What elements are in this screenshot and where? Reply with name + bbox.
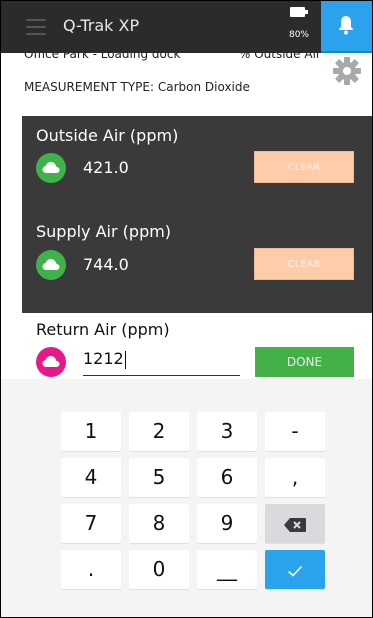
return-air-status xyxy=(36,347,66,377)
key-6[interactable]: 6 xyxy=(197,458,257,497)
key-8[interactable]: 8 xyxy=(129,504,189,543)
supply-air-clear-button[interactable]: CLEAR xyxy=(254,248,354,280)
key-4[interactable]: 4 xyxy=(61,458,121,497)
cloud-icon xyxy=(42,162,60,173)
key-1[interactable]: 1 xyxy=(61,412,121,451)
cloud-icon xyxy=(42,259,60,270)
readings-panel: Outside Air (ppm) 421.0 CLEAR Supply Air… xyxy=(22,116,372,313)
key-backspace[interactable] xyxy=(265,504,325,543)
text-cursor xyxy=(124,350,126,369)
check-icon xyxy=(287,565,303,577)
done-button[interactable]: DONE xyxy=(255,347,354,377)
outside-air-label: Outside Air (ppm) xyxy=(36,126,179,145)
cloud-icon xyxy=(42,356,60,367)
outside-air-row: 421.0 CLEAR xyxy=(36,151,356,183)
menu-icon[interactable] xyxy=(26,19,46,35)
top-bar: Q-Trak XP 80% xyxy=(1,1,372,53)
measurement-type: MEASUREMENT TYPE: Carbon Dioxide xyxy=(24,80,250,94)
key-comma[interactable]: , xyxy=(265,458,325,497)
key-9[interactable]: 9 xyxy=(197,504,257,543)
supply-air-label: Supply Air (ppm) xyxy=(36,222,172,241)
battery-percent: 80% xyxy=(288,30,309,40)
return-air-input[interactable]: 1212 xyxy=(83,347,240,376)
outside-air-clear-button[interactable]: CLEAR xyxy=(254,151,354,183)
outside-air-status xyxy=(36,153,66,183)
key-minus[interactable]: - xyxy=(265,412,325,451)
location-line: Office Park - Loading dock % Outside Air xyxy=(24,53,321,61)
return-air-input-value: 1212 xyxy=(83,349,124,368)
key-dot[interactable]: . xyxy=(61,550,121,589)
backspace-icon xyxy=(284,517,306,532)
key-confirm[interactable] xyxy=(265,550,325,589)
return-air-section: Return Air (ppm) 1212 DONE xyxy=(22,313,372,379)
return-air-label: Return Air (ppm) xyxy=(36,320,170,339)
location-name: Office Park - Loading dock xyxy=(24,53,181,61)
numeric-keypad: 1 2 3 - 4 5 6 , 7 8 9 . 0 __ xyxy=(1,379,372,617)
key-0[interactable]: 0 xyxy=(129,550,189,589)
app-frame: Q-Trak XP 80% Office Park - Loading dock… xyxy=(0,0,373,618)
battery-indicator: 80% xyxy=(282,7,316,40)
battery-icon xyxy=(290,7,308,18)
app-title: Q-Trak XP xyxy=(63,16,140,35)
supply-air-value: 744.0 xyxy=(83,255,129,274)
supply-air-row: 744.0 CLEAR xyxy=(36,248,356,280)
notification-button[interactable] xyxy=(321,1,372,53)
key-underscore[interactable]: __ xyxy=(197,550,257,589)
return-air-row: 1212 DONE xyxy=(36,347,356,377)
measurement-info: Office Park - Loading dock % Outside Air… xyxy=(1,53,372,113)
key-3[interactable]: 3 xyxy=(197,412,257,451)
gear-icon[interactable] xyxy=(332,56,362,86)
key-5[interactable]: 5 xyxy=(129,458,189,497)
key-2[interactable]: 2 xyxy=(129,412,189,451)
air-type: % Outside Air xyxy=(239,53,321,61)
key-7[interactable]: 7 xyxy=(61,504,121,543)
bell-icon xyxy=(339,16,353,35)
supply-air-status xyxy=(36,250,66,280)
outside-air-value: 421.0 xyxy=(83,158,129,177)
